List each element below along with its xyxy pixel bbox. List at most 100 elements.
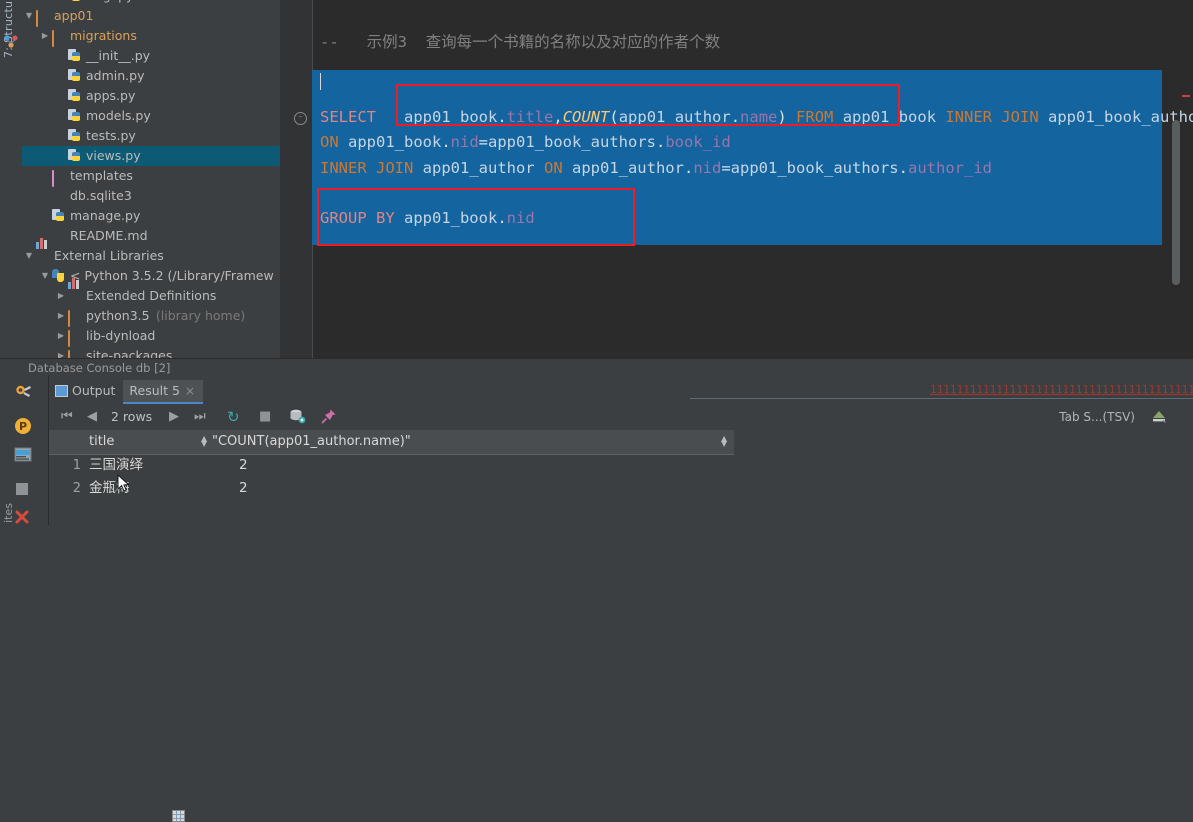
pycharm-window: 7: Structure wsgi.py▼app01▶migrations__i… bbox=[0, 0, 1193, 822]
python-file-icon bbox=[68, 109, 82, 123]
project-tree[interactable]: wsgi.py▼app01▶migrations__init__.pyadmin… bbox=[22, 0, 280, 358]
markdown-file-icon bbox=[52, 229, 66, 243]
chevron-right-icon[interactable]: ▶ bbox=[40, 26, 50, 46]
python-file-icon bbox=[68, 89, 82, 103]
console-tab-label: Result 5 bbox=[129, 383, 180, 398]
tree-item[interactable]: admin.py bbox=[22, 66, 280, 86]
code-token: INNER JOIN bbox=[945, 108, 1039, 126]
stop-icon[interactable]: ■ bbox=[259, 408, 271, 426]
code-token: app01_book_authors bbox=[730, 159, 899, 177]
tree-item-label: Extended Definitions bbox=[86, 288, 217, 303]
column-header-title[interactable]: title bbox=[89, 430, 114, 454]
tree-item[interactable]: ▶ lib-dynload bbox=[22, 326, 280, 347]
chevron-down-icon[interactable]: ▼ bbox=[40, 266, 50, 286]
result-grid-icon bbox=[172, 810, 186, 822]
chevron-down-icon[interactable]: ▼ bbox=[24, 6, 34, 26]
code-token: author_id bbox=[908, 159, 992, 177]
close-x-icon[interactable] bbox=[14, 509, 32, 527]
result-toolbar: ⏮ ◀ 2 rows ▶ ⏭ ↻ ■ Tab S...(TSV) bbox=[49, 404, 1193, 431]
column-resize-count[interactable]: ▲ ▼ bbox=[721, 435, 728, 448]
code-token: 示例3 查询每一个书籍的名称以及对应的作者个数 bbox=[366, 33, 721, 51]
connection-error-message[interactable]: 1111111111111111111111111111111111111111… bbox=[930, 383, 1193, 396]
console-tab-output[interactable]: Output bbox=[49, 380, 123, 402]
tree-item-hint: (library home) bbox=[155, 308, 246, 323]
stop-square-icon[interactable] bbox=[14, 481, 32, 499]
svg-text:P: P bbox=[19, 420, 27, 433]
pin-icon[interactable] bbox=[321, 408, 337, 426]
chevron-right-icon[interactable]: ▶ bbox=[56, 346, 66, 358]
annotation-box-select-columns bbox=[396, 84, 900, 126]
code-token: . bbox=[898, 159, 908, 177]
tree-item-label: db.sqlite3 bbox=[70, 188, 132, 203]
library-icon bbox=[68, 278, 82, 303]
tree-item[interactable]: ▶ migrations bbox=[22, 26, 280, 47]
column-header-count[interactable]: "COUNT(app01_author.name)" bbox=[212, 430, 411, 454]
folder-plain-icon bbox=[68, 329, 82, 347]
chevron-right-icon[interactable]: ▶ bbox=[56, 326, 66, 346]
console-tab-label: Output bbox=[72, 383, 116, 398]
tree-item-label: __init__.py bbox=[86, 48, 151, 63]
tree-item[interactable]: __init__.py bbox=[22, 46, 280, 66]
left-tool-strip: 7: Structure bbox=[0, 0, 23, 358]
chevron-right-icon[interactable]: ▶ bbox=[56, 286, 66, 306]
tree-item[interactable]: ▶ Extended Definitions bbox=[22, 278, 280, 306]
structure-icon[interactable] bbox=[3, 34, 19, 50]
code-token: app01_book bbox=[338, 133, 442, 151]
tree-item[interactable]: ▶ python3.5 (library home) bbox=[22, 306, 280, 327]
previous-page-button[interactable]: ◀ bbox=[87, 408, 97, 426]
pycharm-p-icon[interactable]: P bbox=[14, 417, 32, 435]
tree-item[interactable]: ▼ app01 bbox=[22, 6, 280, 27]
sql-editor[interactable]: -- 示例3 查询每一个书籍的名称以及对应的作者个数 SELECT app01_b… bbox=[280, 0, 1193, 358]
cell-count[interactable]: 2 bbox=[239, 454, 248, 477]
code-fold-toggle[interactable]: – bbox=[294, 112, 307, 125]
tree-item[interactable]: manage.py bbox=[22, 206, 280, 226]
tree-item[interactable]: ▶ site-packages bbox=[22, 346, 280, 358]
library-icon bbox=[36, 238, 50, 263]
tree-item[interactable]: apps.py bbox=[22, 86, 280, 106]
chevron-down-icon[interactable]: ▼ bbox=[24, 246, 34, 266]
editor-code-area[interactable]: -- 示例3 查询每一个书籍的名称以及对应的作者个数 SELECT app01_b… bbox=[312, 0, 1193, 358]
code-token: = bbox=[478, 133, 489, 151]
close-icon[interactable]: × bbox=[185, 384, 195, 398]
table-row[interactable]: 1 三国演绎 2 bbox=[49, 454, 734, 477]
code-token: book_id bbox=[665, 133, 731, 151]
code-token: nid bbox=[693, 159, 722, 177]
tab-bar-separator bbox=[690, 398, 1193, 399]
tree-item[interactable]: models.py bbox=[22, 106, 280, 126]
export-format-label[interactable]: Tab S...(TSV) bbox=[1059, 408, 1135, 426]
tree-item-label: lib-dynload bbox=[86, 328, 156, 343]
column-resize-title[interactable]: ▲ ▼ bbox=[201, 435, 208, 448]
next-page-button[interactable]: ▶ bbox=[169, 408, 179, 426]
tree-item-label: admin.py bbox=[86, 68, 145, 83]
code-token: . bbox=[656, 133, 666, 151]
tree-item[interactable]: README.md bbox=[22, 226, 280, 246]
settings-wrench-icon[interactable] bbox=[14, 383, 32, 401]
python-file-icon bbox=[68, 0, 82, 3]
tree-item[interactable]: ▼ < Python 3.5.2 (/Library/Framew bbox=[22, 266, 280, 286]
code-line-comment: -- 示例3 查询每一个书籍的名称以及对应的作者个数 bbox=[316, 30, 720, 55]
reload-icon[interactable]: ↻ bbox=[227, 408, 240, 426]
tree-item[interactable]: tests.py bbox=[22, 126, 280, 146]
python-file-icon bbox=[68, 49, 82, 63]
table-row[interactable]: 2 金瓶梅 2 bbox=[49, 477, 734, 500]
console-tab-result-5[interactable]: Result 5 × bbox=[123, 380, 204, 822]
export-data-icon[interactable] bbox=[1151, 408, 1167, 426]
result-grid[interactable]: title ▲ ▼ "COUNT(app01_author.name)" ▲ ▼ 1… bbox=[49, 430, 1193, 525]
last-page-button[interactable]: ⏭ bbox=[194, 408, 206, 426]
python-file-icon bbox=[52, 209, 66, 223]
chevron-right-icon[interactable]: ▶ bbox=[56, 306, 66, 326]
cell-count[interactable]: 2 bbox=[239, 477, 248, 500]
editor-vertical-scrollbar[interactable] bbox=[1172, 120, 1180, 285]
tree-item[interactable]: templates bbox=[22, 166, 280, 187]
first-page-button[interactable]: ⏮ bbox=[61, 408, 73, 426]
tree-item-label: < Python 3.5.2 (/Library/Framew bbox=[70, 268, 274, 283]
tree-item[interactable]: views.py bbox=[22, 146, 280, 166]
tree-item[interactable]: db.sqlite3 bbox=[22, 186, 280, 206]
cell-title[interactable]: 三国演绎 bbox=[89, 454, 143, 477]
console-window-icon[interactable] bbox=[14, 447, 32, 463]
console-tab-bar[interactable]: Output Result 5 × bbox=[49, 380, 204, 822]
db-export-icon[interactable] bbox=[289, 408, 306, 426]
python-file-icon bbox=[68, 149, 82, 163]
code-token: -- bbox=[320, 33, 367, 51]
tree-item[interactable]: ▼ External Libraries bbox=[22, 238, 280, 266]
